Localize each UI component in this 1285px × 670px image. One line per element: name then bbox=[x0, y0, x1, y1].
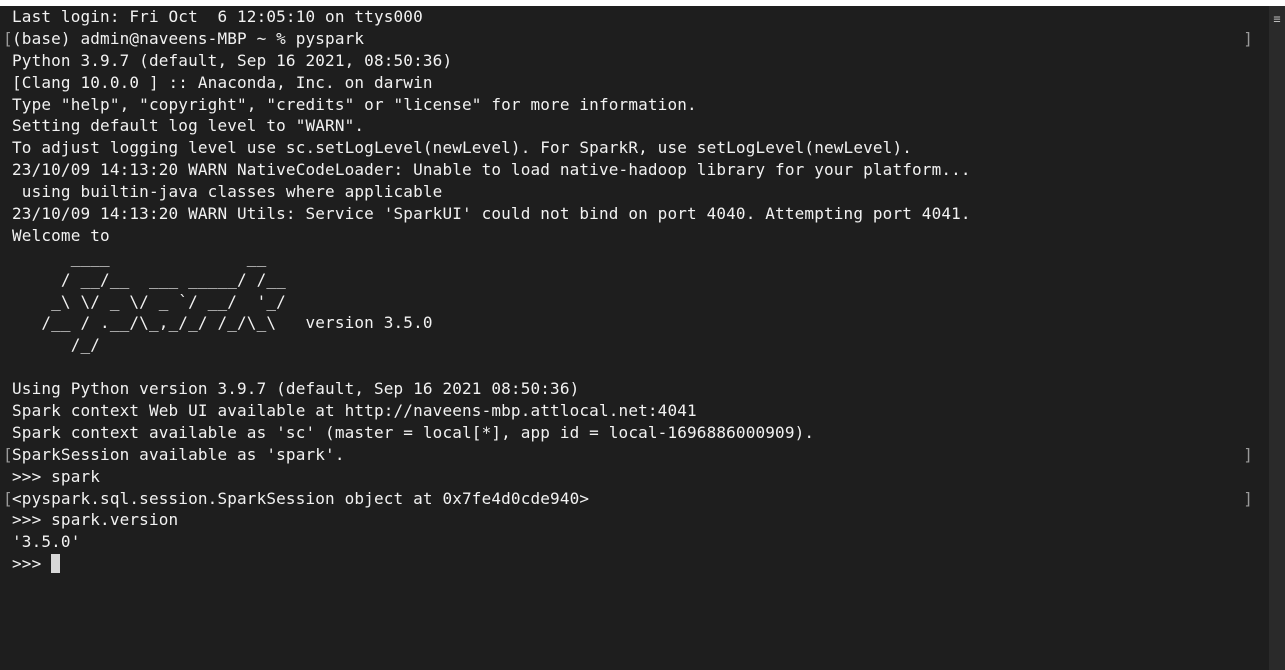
terminal-line: [<pyspark.sql.session.SparkSession objec… bbox=[3, 488, 1253, 510]
terminal-line-text: Python 3.9.7 (default, Sep 16 2021, 08:5… bbox=[12, 50, 453, 70]
terminal-line: >>> spark bbox=[12, 466, 1245, 488]
terminal-line: using builtin-java classes where applica… bbox=[12, 181, 1245, 203]
terminal-line: [SparkSession available as 'spark'.] bbox=[3, 444, 1253, 466]
terminal-line: [(base) admin@naveens-MBP ~ % pyspark] bbox=[3, 28, 1253, 50]
terminal-line-text: 23/10/09 14:13:20 WARN Utils: Service 'S… bbox=[12, 204, 971, 224]
terminal-line-text: >>> bbox=[12, 554, 52, 574]
selection-mark-right: ] bbox=[1243, 488, 1253, 508]
terminal-line-text: /__ / .__/\_,_/_/ /_/\_\ version 3.5.0 bbox=[12, 313, 433, 333]
terminal-line-text: Spark context Web UI available at http:/… bbox=[12, 401, 697, 421]
terminal-line: 23/10/09 14:13:20 WARN NativeCodeLoader:… bbox=[12, 159, 1245, 181]
terminal-line-text: [Clang 10.0.0 ] :: Anaconda, Inc. on dar… bbox=[12, 72, 433, 92]
selection-mark-left: [ bbox=[3, 444, 13, 464]
terminal-line: /__ / .__/\_,_/_/ /_/\_\ version 3.5.0 bbox=[12, 312, 1245, 334]
terminal-line-text: SparkSession available as 'spark'. bbox=[12, 444, 345, 464]
terminal-line-text: /_/ bbox=[12, 335, 101, 355]
terminal-line: >>> bbox=[12, 553, 1245, 575]
terminal-line: /_/ bbox=[12, 334, 1245, 356]
terminal-line: Welcome to bbox=[12, 225, 1245, 247]
terminal-line-text: 23/10/09 14:13:20 WARN NativeCodeLoader:… bbox=[12, 160, 971, 180]
selection-mark-right: ] bbox=[1243, 444, 1253, 464]
terminal-line-text: _\ \/ _ \/ _ `/ __/ '_/ bbox=[12, 291, 286, 311]
terminal-line-text: (base) admin@naveens-MBP ~ % pyspark bbox=[12, 28, 365, 48]
terminal-line: ____ __ bbox=[12, 247, 1245, 269]
terminal-line-text: Type "help", "copyright", "credits" or "… bbox=[12, 94, 697, 114]
terminal-line-text: Last login: Fri Oct 6 12:05:10 on ttys00… bbox=[12, 7, 423, 26]
selection-mark-left: [ bbox=[3, 28, 13, 48]
terminal-line: 23/10/09 14:13:20 WARN Utils: Service 'S… bbox=[12, 203, 1245, 225]
terminal-line-text: / __/__ ___ _____/ /__ bbox=[12, 269, 286, 289]
terminal-line-text: Setting default log level to "WARN". bbox=[12, 116, 365, 136]
terminal-line-text: using builtin-java classes where applica… bbox=[12, 182, 443, 202]
terminal-line-text: Using Python version 3.9.7 (default, Sep… bbox=[12, 379, 580, 399]
terminal-scrollbar[interactable]: ≡ bbox=[1269, 6, 1285, 670]
terminal-line: Spark context available as 'sc' (master … bbox=[12, 422, 1245, 444]
terminal-line: Spark context Web UI available at http:/… bbox=[12, 400, 1245, 422]
terminal-line-text: Welcome to bbox=[12, 225, 110, 245]
text-cursor[interactable] bbox=[51, 553, 61, 573]
hamburger-icon[interactable]: ≡ bbox=[1271, 13, 1283, 25]
terminal-line: Setting default log level to "WARN". bbox=[12, 115, 1245, 137]
terminal-line: Python 3.9.7 (default, Sep 16 2021, 08:5… bbox=[12, 50, 1245, 72]
selection-mark-right: ] bbox=[1243, 28, 1253, 48]
terminal-output[interactable]: Last login: Fri Oct 6 12:05:10 on ttys00… bbox=[3, 6, 1253, 575]
terminal-line-text: ____ __ bbox=[12, 247, 267, 267]
terminal-line-text: >>> spark bbox=[12, 466, 101, 486]
terminal-line-text: <pyspark.sql.session.SparkSession object… bbox=[12, 488, 590, 508]
terminal-line: To adjust logging level use sc.setLogLev… bbox=[12, 137, 1245, 159]
terminal-line: Type "help", "copyright", "credits" or "… bbox=[12, 94, 1245, 116]
terminal-line-text: '3.5.0' bbox=[12, 532, 81, 552]
terminal-line: Last login: Fri Oct 6 12:05:10 on ttys00… bbox=[12, 6, 1245, 28]
terminal-line: [Clang 10.0.0 ] :: Anaconda, Inc. on dar… bbox=[12, 72, 1245, 94]
terminal-line: _\ \/ _ \/ _ `/ __/ '_/ bbox=[12, 291, 1245, 313]
terminal-window[interactable]: Last login: Fri Oct 6 12:05:10 on ttys00… bbox=[0, 6, 1269, 670]
terminal-line-text: To adjust logging level use sc.setLogLev… bbox=[12, 138, 913, 158]
terminal-line: / __/__ ___ _____/ /__ bbox=[12, 269, 1245, 291]
selection-mark-left: [ bbox=[3, 488, 13, 508]
terminal-line-text: Spark context available as 'sc' (master … bbox=[12, 422, 815, 442]
terminal-line: >>> spark.version bbox=[12, 509, 1245, 531]
terminal-line: Using Python version 3.9.7 (default, Sep… bbox=[12, 378, 1245, 400]
terminal-line-text: >>> spark.version bbox=[12, 510, 179, 530]
terminal-line: '3.5.0' bbox=[12, 531, 1245, 553]
